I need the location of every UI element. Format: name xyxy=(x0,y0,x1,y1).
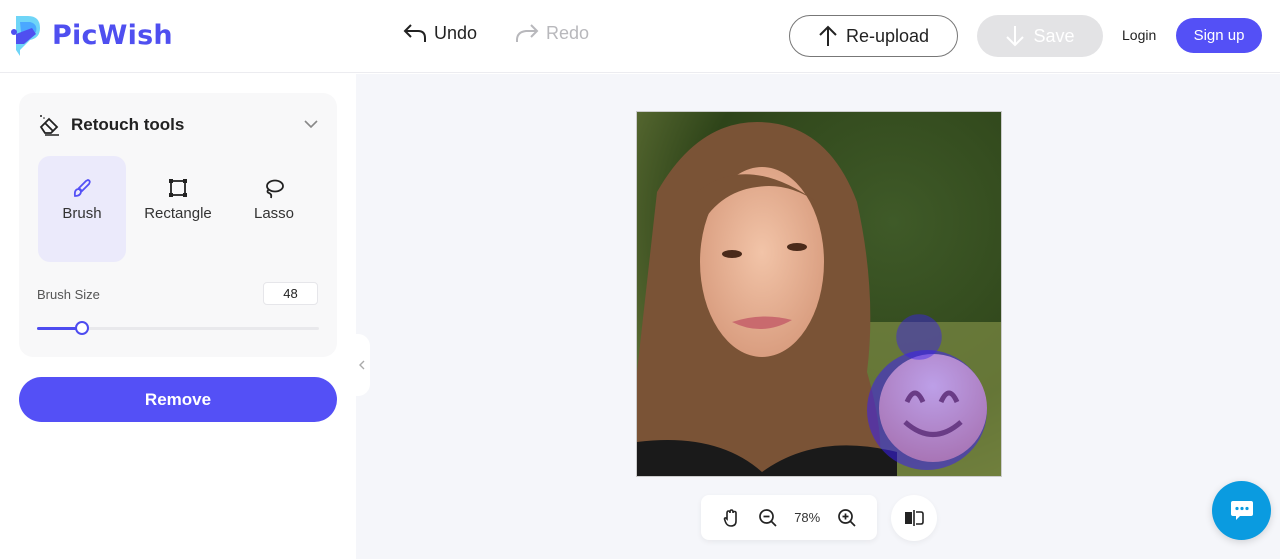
redo-label: Redo xyxy=(546,22,590,43)
zoom-out-icon[interactable] xyxy=(758,508,778,528)
collapse-sidebar-button[interactable] xyxy=(354,334,370,396)
save-button[interactable]: Save xyxy=(977,15,1103,57)
chat-support-button[interactable] xyxy=(1212,481,1271,540)
reupload-button[interactable]: Re-upload xyxy=(789,15,958,57)
signup-button[interactable]: Sign up xyxy=(1176,18,1262,53)
rectangle-icon xyxy=(169,179,187,197)
undo-icon xyxy=(403,24,426,42)
tool-label: Rectangle xyxy=(144,205,212,222)
upload-arrow-icon xyxy=(819,25,837,46)
redo-icon xyxy=(516,24,539,42)
picwish-logo-icon xyxy=(11,16,40,56)
chat-bubble-icon xyxy=(1230,500,1253,520)
zoom-toolbar: 78% xyxy=(701,495,877,540)
brush-size-input[interactable]: 48 xyxy=(263,282,318,305)
retouch-tools-header[interactable]: Retouch tools xyxy=(37,113,184,137)
chevron-left-icon xyxy=(359,360,365,370)
edited-photo[interactable] xyxy=(636,111,1002,477)
eraser-icon xyxy=(39,115,59,136)
brush-size-label: Brush Size xyxy=(37,287,100,302)
brand-name: PicWish xyxy=(52,19,173,51)
chevron-down-icon[interactable] xyxy=(303,117,319,131)
tool-brush[interactable]: Brush xyxy=(38,156,126,262)
undo-button[interactable]: Undo xyxy=(402,22,477,44)
remove-button[interactable]: Remove xyxy=(19,377,337,422)
zoom-in-icon[interactable] xyxy=(837,508,857,528)
login-link[interactable]: Login xyxy=(1122,27,1156,43)
compare-icon xyxy=(905,510,924,526)
portrait-image xyxy=(637,112,1001,476)
panel-title: Retouch tools xyxy=(71,115,185,134)
top-bar: PicWish Undo Redo Re-upload Save Login S… xyxy=(0,0,1280,73)
tool-label: Lasso xyxy=(253,205,295,222)
lasso-icon xyxy=(266,179,284,199)
redo-button[interactable]: Redo xyxy=(514,22,589,44)
brush-cursor xyxy=(896,314,942,360)
reupload-label: Re-upload xyxy=(845,25,930,46)
sidebar: Retouch tools Brush Rectangle Lasso Brus… xyxy=(0,74,356,559)
emoji-object xyxy=(879,354,987,462)
tool-label: Brush xyxy=(62,205,102,222)
tool-rectangle[interactable]: Rectangle xyxy=(134,156,222,262)
picwish-logo[interactable]: PicWish xyxy=(10,14,173,56)
undo-label: Undo xyxy=(434,22,478,43)
tool-lasso[interactable]: Lasso xyxy=(230,156,318,262)
download-arrow-icon xyxy=(1006,26,1025,47)
brush-size-slider[interactable] xyxy=(37,320,319,336)
slider-thumb[interactable] xyxy=(75,321,90,335)
retouch-tools-panel: Retouch tools Brush Rectangle Lasso Brus… xyxy=(19,93,337,357)
compare-button[interactable] xyxy=(891,495,937,541)
zoom-level: 78% xyxy=(794,510,821,525)
brush-icon xyxy=(73,179,91,197)
save-label: Save xyxy=(1033,25,1075,46)
hand-pan-icon[interactable] xyxy=(721,508,741,528)
